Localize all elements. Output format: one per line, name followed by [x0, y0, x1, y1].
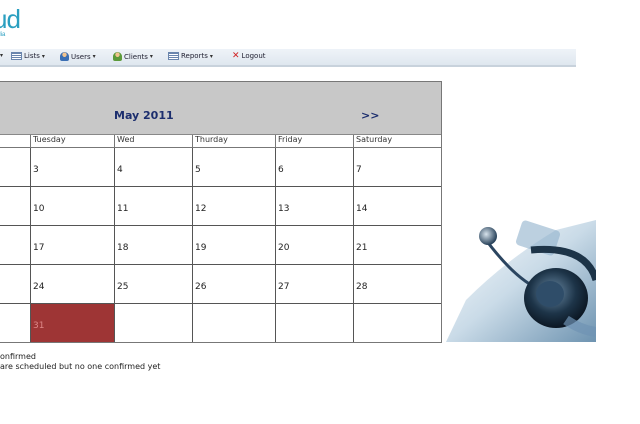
calendar-day-cell[interactable]: 4 — [115, 148, 193, 187]
main-menu-bar: ▾ Lists ▾ Users ▾ Clients ▾ Reports ▾ ✕ … — [0, 49, 576, 67]
day-header — [0, 135, 31, 148]
calendar-day-cell[interactable]: 28 — [354, 265, 441, 304]
next-month-link[interactable]: >> — [361, 109, 379, 122]
calendar-day-cell[interactable] — [0, 226, 31, 265]
menu-caret-partial[interactable]: ▾ — [0, 52, 3, 59]
calendar-day-cell[interactable] — [0, 148, 31, 187]
day-header: Tuesday — [31, 135, 115, 148]
logo-text: ud — [0, 4, 21, 34]
calendar-day-cell-highlighted[interactable]: 31 — [31, 304, 115, 342]
calendar-legend: onfirmed are scheduled but no one confir… — [0, 352, 160, 372]
calendar-day-cell[interactable]: 11 — [115, 187, 193, 226]
chevron-down-icon: ▾ — [209, 52, 213, 60]
menu-lists-label: Lists — [24, 52, 40, 60]
calendar-day-cell[interactable] — [0, 304, 31, 342]
day-header: Friday — [276, 135, 354, 148]
calendar-day-cell[interactable] — [0, 265, 31, 304]
month-title: May 2011 — [114, 109, 174, 122]
logout-icon: ✕ — [232, 51, 240, 61]
menu-users-label: Users — [71, 52, 91, 61]
clients-icon — [113, 52, 122, 61]
menu-clients-label: Clients — [124, 52, 148, 61]
day-header: Thurday — [193, 135, 276, 148]
menu-users[interactable]: Users ▾ — [60, 52, 96, 61]
menu-reports[interactable]: Reports ▾ — [168, 52, 213, 60]
calendar-day-cell[interactable] — [0, 187, 31, 226]
calendar-day-cell[interactable]: 19 — [193, 226, 276, 265]
menu-logout[interactable]: ✕ Logout — [232, 51, 266, 61]
calendar-day-cell[interactable]: 10 — [31, 187, 115, 226]
logo-subtext: ralia — [0, 32, 6, 38]
day-header: Wed — [115, 135, 193, 148]
calendar-day-cell[interactable]: 5 — [193, 148, 276, 187]
menu-clients[interactable]: Clients ▾ — [113, 52, 153, 61]
calendar-day-cell[interactable]: 7 — [354, 148, 441, 187]
calendar-day-cell[interactable]: 27 — [276, 265, 354, 304]
calendar-header: May 2011 >> — [0, 82, 441, 135]
calendar-day-cell[interactable]: 26 — [193, 265, 276, 304]
headset-operator-image — [446, 220, 596, 342]
calendar-day-cell[interactable]: 12 — [193, 187, 276, 226]
day-header: Saturday — [354, 135, 441, 148]
calendar-day-cell[interactable]: 21 — [354, 226, 441, 265]
menu-lists[interactable]: Lists ▾ — [11, 52, 45, 60]
calendar-day-cell[interactable]: 25 — [115, 265, 193, 304]
chevron-down-icon: ▾ — [149, 53, 153, 60]
calendar-day-cell[interactable] — [354, 304, 441, 342]
calendar-day-cell[interactable] — [115, 304, 193, 342]
calendar-day-cell[interactable]: 20 — [276, 226, 354, 265]
users-icon — [60, 52, 69, 61]
calendar-day-cell[interactable]: 17 — [31, 226, 115, 265]
calendar-day-cell[interactable]: 6 — [276, 148, 354, 187]
chevron-down-icon: ▾ — [92, 53, 96, 60]
calendar-day-cell[interactable]: 3 — [31, 148, 115, 187]
calendar-day-cell[interactable] — [193, 304, 276, 342]
menu-logout-label: Logout — [241, 52, 266, 60]
calendar: May 2011 >> Tuesday Wed Thurday Friday S… — [0, 81, 442, 343]
menu-reports-label: Reports — [181, 52, 208, 60]
calendar-day-cell[interactable]: 13 — [276, 187, 354, 226]
company-logo: ud ralia — [0, 2, 60, 42]
calendar-day-cell[interactable] — [276, 304, 354, 342]
list-icon — [11, 52, 22, 60]
reports-icon — [168, 52, 179, 60]
calendar-day-cell[interactable]: 18 — [115, 226, 193, 265]
legend-line-confirmed: onfirmed — [0, 352, 36, 361]
calendar-day-cell[interactable]: 14 — [354, 187, 441, 226]
calendar-day-cell[interactable]: 24 — [31, 265, 115, 304]
chevron-down-icon: ▾ — [41, 52, 45, 60]
legend-line-unconfirmed: are scheduled but no one confirmed yet — [0, 362, 161, 371]
